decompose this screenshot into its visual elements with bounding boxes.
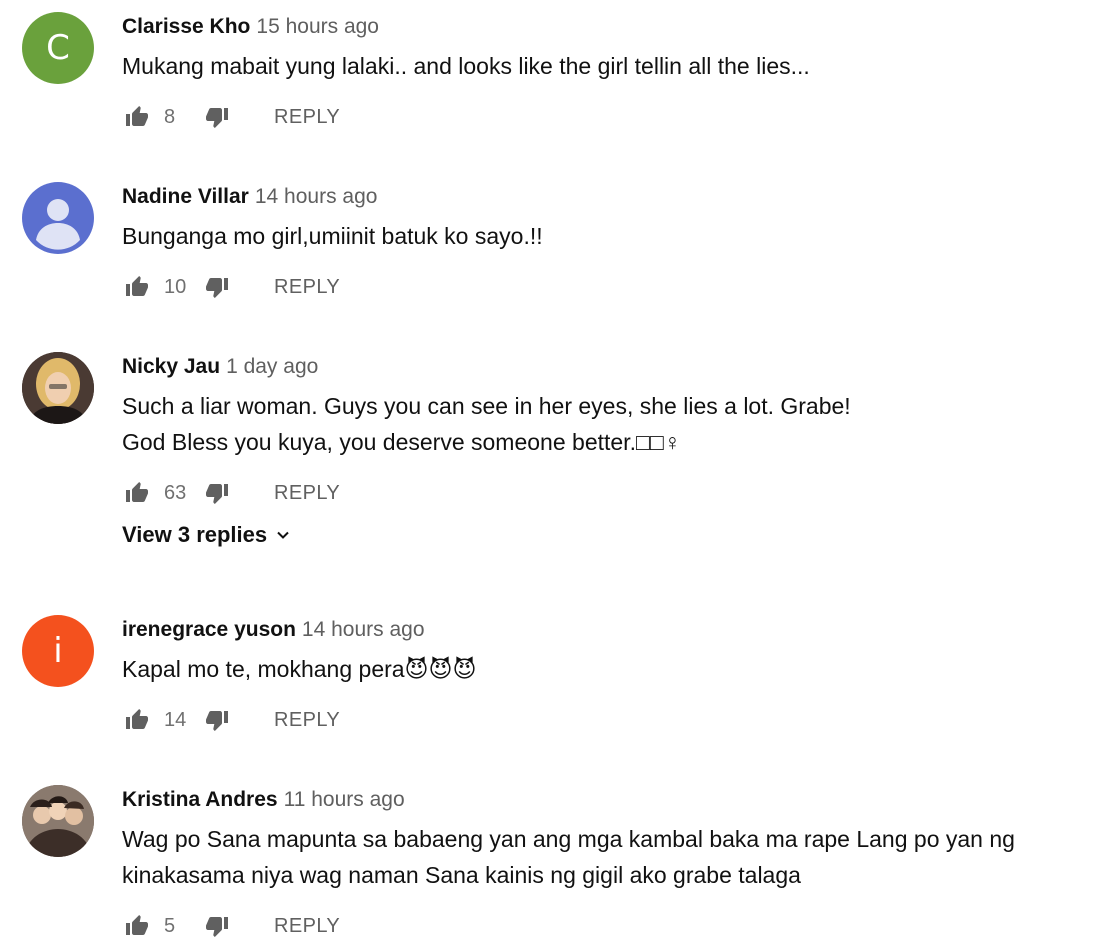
like-button[interactable]	[122, 102, 152, 132]
comment-actions: 5 REPLY	[122, 909, 1104, 943]
dislike-button[interactable]	[202, 478, 232, 508]
comment-time[interactable]: 14 hours ago	[255, 185, 378, 208]
comment-line: God Bless you kuya, you deserve someone …	[122, 429, 681, 455]
comment-text: Such a liar woman. Guys you can see in h…	[122, 388, 1104, 460]
avatar[interactable]	[22, 182, 94, 254]
profile-photo	[22, 785, 94, 857]
thumbs-down-icon	[206, 484, 228, 504]
author-name[interactable]: Clarisse Kho	[122, 15, 250, 38]
comment-time[interactable]: 15 hours ago	[256, 15, 379, 38]
like-button[interactable]	[122, 272, 152, 302]
thumbs-down-icon	[206, 278, 228, 298]
thumbs-up-icon	[126, 106, 148, 126]
thumbs-down-icon	[206, 108, 228, 128]
like-count: 63	[164, 481, 187, 504]
comment-header: irenegrace yuson 14 hours ago	[122, 615, 1104, 645]
avatar-letter: C	[46, 28, 70, 68]
like-count: 10	[164, 275, 187, 298]
comment-line: kinakasama niya wag naman Sana kainis ng…	[122, 862, 801, 888]
reply-button[interactable]: REPLY	[274, 482, 340, 505]
author-name[interactable]: Nicky Jau	[122, 355, 220, 378]
avatar[interactable]: C	[22, 12, 94, 84]
profile-photo	[22, 352, 94, 424]
chevron-down-icon	[277, 531, 289, 539]
avatar[interactable]	[22, 785, 94, 857]
like-count: 8	[164, 105, 176, 128]
thumbs-down-icon	[206, 711, 228, 731]
comment-actions: 63 REPLY	[122, 476, 1104, 510]
comment-line: Mukang mabait yung lalaki.. and looks li…	[122, 53, 810, 79]
reply-button[interactable]: REPLY	[274, 106, 340, 129]
dislike-button[interactable]	[202, 911, 232, 941]
comment-text: Mukang mabait yung lalaki.. and looks li…	[122, 48, 1104, 84]
view-replies-button[interactable]: View 3 replies	[122, 522, 291, 548]
comment-time[interactable]: 14 hours ago	[302, 618, 425, 641]
view-replies-label: View 3 replies	[122, 522, 268, 547]
comment-time[interactable]: 11 hours ago	[284, 788, 405, 811]
comment-header: Nadine Villar 14 hours ago	[122, 182, 1104, 212]
reply-button[interactable]: REPLY	[274, 709, 340, 732]
comment-line: Kapal mo te, mokhang pera😈😈😈	[122, 656, 477, 682]
dislike-button[interactable]	[202, 705, 232, 735]
comment-text: Bunganga mo girl,umiinit batuk ko sayo.!…	[122, 218, 1104, 254]
comment-line: Wag po Sana mapunta sa babaeng yan ang m…	[122, 826, 1015, 852]
avatar[interactable]: i	[22, 615, 94, 687]
comment-header: Nicky Jau 1 day ago	[122, 352, 1104, 382]
like-count: 5	[164, 914, 176, 937]
author-name[interactable]: Nadine Villar	[122, 185, 249, 208]
thumbs-up-icon	[126, 915, 148, 935]
comment-actions: 14 REPLY	[122, 703, 1104, 737]
like-button[interactable]	[122, 705, 152, 735]
comment-text: Wag po Sana mapunta sa babaeng yan ang m…	[122, 821, 1104, 893]
thumbs-up-icon	[126, 276, 148, 296]
dislike-button[interactable]	[202, 272, 232, 302]
comment-actions: 10 REPLY	[122, 270, 1104, 304]
author-name[interactable]: irenegrace yuson	[122, 618, 296, 641]
default-user-icon	[36, 199, 80, 250]
comment-header: Kristina Andres 11 hours ago	[122, 785, 1104, 815]
thumbs-down-icon	[206, 917, 228, 937]
comment-line: Such a liar woman. Guys you can see in h…	[122, 393, 851, 419]
reply-button[interactable]: REPLY	[274, 276, 340, 299]
avatar[interactable]	[22, 352, 94, 424]
like-count: 14	[164, 708, 187, 731]
thumbs-up-icon	[126, 709, 148, 729]
like-button[interactable]	[122, 478, 152, 508]
thumbs-up-icon	[126, 482, 148, 502]
comment-actions: 8 REPLY	[122, 100, 1104, 134]
comment-header: Clarisse Kho 15 hours ago	[122, 12, 1104, 42]
comment-time[interactable]: 1 day ago	[226, 355, 318, 378]
comment-line: Bunganga mo girl,umiinit batuk ko sayo.!…	[122, 223, 543, 249]
dislike-button[interactable]	[202, 102, 232, 132]
reply-button[interactable]: REPLY	[274, 915, 340, 938]
like-button[interactable]	[122, 911, 152, 941]
comment-text: Kapal mo te, mokhang pera😈😈😈	[122, 651, 1104, 687]
avatar-letter: i	[53, 631, 63, 671]
author-name[interactable]: Kristina Andres	[122, 788, 278, 811]
